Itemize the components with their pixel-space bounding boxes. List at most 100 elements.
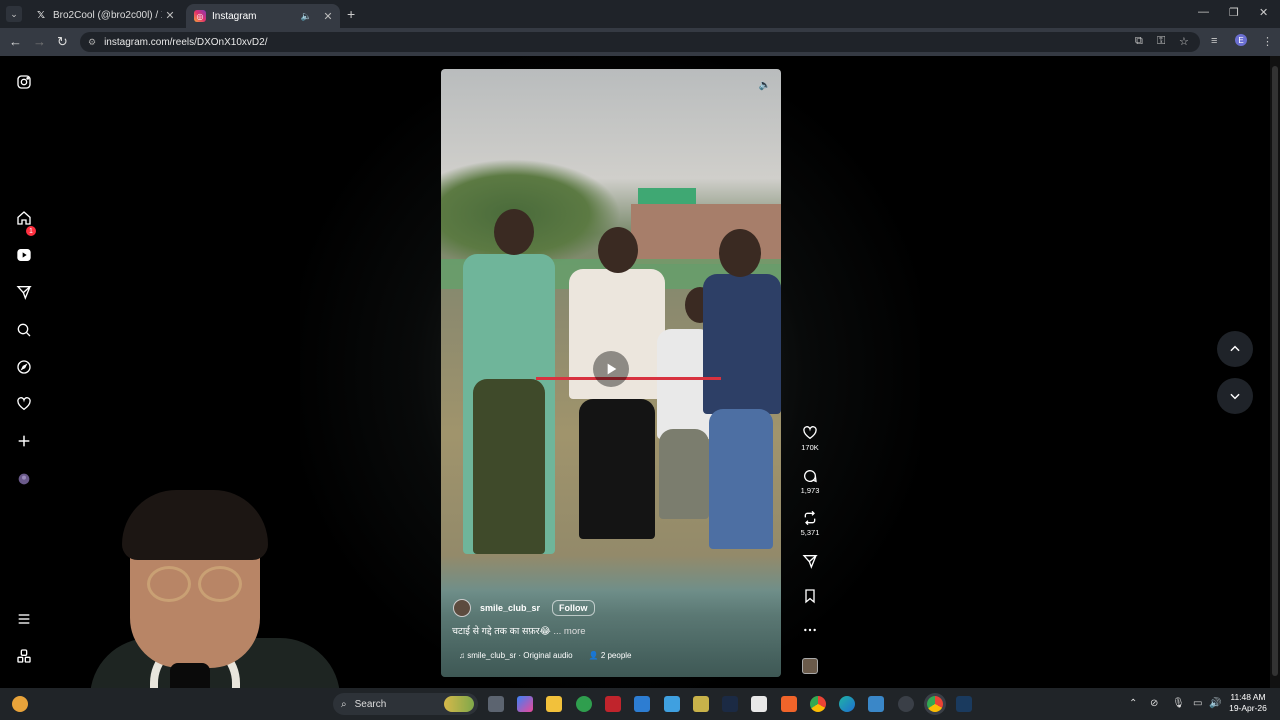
compass-icon[interactable]: [14, 357, 34, 377]
new-tab-button[interactable]: +: [347, 6, 355, 22]
cast-icon[interactable]: ⧉: [1135, 35, 1143, 48]
media-controls-icon[interactable]: ≡: [1211, 35, 1217, 47]
more-options-action[interactable]: [796, 622, 824, 638]
mail-icon[interactable]: [664, 696, 680, 712]
tray-overflow-icon[interactable]: ⌃: [1129, 698, 1137, 709]
send-icon: [802, 555, 818, 569]
instagram-favicon-icon: ◎: [194, 10, 206, 22]
video-person-legs: [709, 409, 773, 549]
forward-button[interactable]: →: [33, 34, 46, 49]
brave-icon[interactable]: [781, 696, 797, 712]
mute-toggle-icon[interactable]: 🔈: [757, 77, 773, 93]
like-action[interactable]: 170K: [796, 425, 824, 452]
audio-thumbnail[interactable]: [802, 658, 818, 674]
restore-button[interactable]: ❐: [1229, 6, 1239, 19]
heart-icon[interactable]: [14, 394, 34, 414]
xbox-icon[interactable]: [576, 696, 592, 712]
tab-title: Instagram: [212, 10, 257, 22]
copilot-icon[interactable]: [517, 696, 533, 712]
webcam-microphone: [170, 663, 210, 688]
bookmark-star-icon[interactable]: ☆: [1179, 35, 1189, 48]
browser-tab-instagram[interactable]: ◎ Instagram 🔈 ✕: [186, 4, 340, 28]
browser-profile-avatar[interactable]: E: [1235, 34, 1247, 46]
search-icon[interactable]: [14, 320, 34, 340]
webcam-glasses: [198, 566, 242, 602]
password-key-icon[interactable]: ⚿: [1157, 35, 1165, 48]
task-view-icon[interactable]: [488, 696, 504, 712]
instagram-icon[interactable]: [14, 72, 34, 92]
store-icon[interactable]: [634, 696, 650, 712]
url-text: instagram.com/reels/DXOnX10xvD2/: [104, 36, 268, 48]
video-person-head: [494, 209, 534, 255]
repost-action[interactable]: 5,371: [796, 510, 824, 537]
avatar-icon[interactable]: [14, 469, 34, 489]
previous-reel-button[interactable]: [1217, 331, 1253, 367]
browser-tab-x[interactable]: 𝕏 Bro2Cool (@bro2c00l) / X ✕: [27, 4, 182, 26]
taskbar-search-label: Search: [354, 698, 387, 710]
tray-mic-icon[interactable]: 🎙: [1172, 698, 1185, 709]
site-info-icon[interactable]: ⚙: [88, 37, 96, 48]
save-action[interactable]: [796, 588, 824, 604]
caption-overlay: [441, 589, 781, 677]
photos-icon[interactable]: [693, 696, 709, 712]
video-child-legs: [659, 429, 709, 519]
tab-search-menu-button[interactable]: ⌄: [6, 6, 22, 22]
chrome-active-icon[interactable]: [927, 696, 943, 712]
clock-time: 11:48 AM: [1230, 692, 1266, 702]
tab-title: Bro2Cool (@bro2c00l) / X: [53, 9, 162, 21]
play-icon: [607, 363, 617, 375]
tray-network-off-icon[interactable]: ⊘: [1150, 698, 1158, 709]
taskbar-clock[interactable]: 11:48 AM 19-Apr-26: [1226, 692, 1270, 714]
browser-menu-icon[interactable]: ⋮: [1262, 35, 1273, 48]
send-icon[interactable]: [14, 282, 34, 302]
comment-icon: [804, 470, 817, 483]
plus-icon[interactable]: [14, 431, 34, 451]
reload-button[interactable]: ↻: [57, 34, 68, 50]
notepad-icon[interactable]: [751, 696, 767, 712]
scrollbar-thumb[interactable]: [1272, 66, 1278, 676]
tray-volume-icon[interactable]: 🔊: [1209, 698, 1221, 709]
webcam-overlay: [30, 488, 340, 698]
taskbar-search[interactable]: ⌕ Search: [333, 693, 478, 715]
tab-audio-icon[interactable]: 🔈: [301, 11, 312, 22]
webcam-person-hair: [122, 490, 268, 560]
obs-icon[interactable]: [898, 696, 914, 712]
edge-icon[interactable]: [839, 696, 855, 712]
page-scrollbar[interactable]: [1270, 56, 1280, 688]
home-icon[interactable]: [14, 208, 34, 228]
webcam-glasses: [147, 566, 191, 602]
like-count: 170K: [801, 443, 819, 452]
more-dots-icon: [804, 628, 816, 632]
play-button[interactable]: [593, 351, 629, 387]
url-field[interactable]: ⚙ instagram.com/reels/DXOnX10xvD2/: [80, 32, 1200, 52]
x-logo-icon: 𝕏: [36, 9, 46, 21]
comment-action[interactable]: 1,973: [796, 468, 824, 495]
window-close-button[interactable]: ✕: [1259, 6, 1268, 19]
vscode-icon[interactable]: [722, 696, 738, 712]
video-trees: [441, 159, 621, 269]
tab-close-icon[interactable]: ✕: [320, 10, 336, 23]
share-action[interactable]: [796, 553, 824, 569]
weather-widget-icon[interactable]: [12, 696, 28, 712]
file-explorer-icon[interactable]: [546, 696, 562, 712]
chevron-down-icon: [1230, 393, 1240, 400]
heart-icon: [803, 426, 817, 440]
back-button[interactable]: ←: [9, 34, 22, 49]
flash-app-icon[interactable]: [605, 696, 621, 712]
next-reel-button[interactable]: [1217, 378, 1253, 414]
steam-icon[interactable]: [956, 696, 972, 712]
search-icon: ⌕: [341, 698, 347, 710]
tray-display-icon[interactable]: ▭: [1193, 698, 1202, 709]
repost-icon: [804, 510, 816, 526]
reels-icon[interactable]: [14, 245, 34, 265]
video-red-ribbon: [536, 377, 721, 380]
comment-count: 1,973: [800, 486, 820, 495]
chevron-up-icon: [1230, 345, 1240, 352]
tab-close-icon[interactable]: ✕: [162, 9, 178, 22]
chrome-icon[interactable]: [810, 696, 826, 712]
reel-video[interactable]: 🔈: [441, 69, 781, 677]
clock-date: 19-Apr-26: [1229, 703, 1267, 713]
app-icon[interactable]: [868, 696, 884, 712]
messages-badge: 1: [26, 226, 36, 236]
minimize-button[interactable]: —: [1198, 6, 1209, 18]
